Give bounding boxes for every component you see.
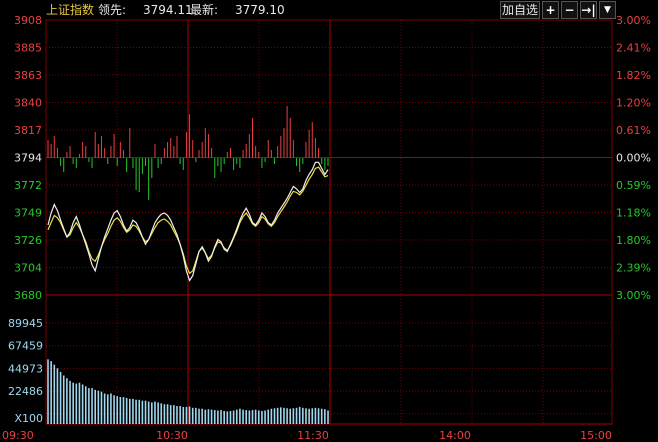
intraday-chart[interactable]: 3908 3885 3863 3840 3817 3794 3772 3749 3726 3704… — [0, 0, 658, 442]
volume-unit-label: X100 — [14, 412, 43, 425]
time-axis: 09:30 10:30 11:30 14:00 15:00 — [2, 429, 612, 442]
volume-tick-label: 44973 — [8, 362, 43, 375]
percent-tick-label: 2.41% — [616, 42, 651, 55]
percent-tick-label: 2.39% — [616, 262, 651, 275]
price-axis: 3908 3885 3863 3840 3817 3794 3772 3749 3726 3704… — [14, 14, 42, 302]
percent-tick-label: 3.00% — [616, 289, 651, 302]
chart-frame — [45, 19, 613, 425]
volume-tick-label: 67459 — [8, 340, 43, 353]
time-tick-label: 11:30 — [297, 429, 329, 442]
price-tick-label: 3726 — [14, 234, 42, 247]
percent-tick-label: 3.00% — [616, 14, 651, 27]
volume-axis: 89945 67459 44973 22486 X100 — [8, 317, 43, 425]
price-tick-label: 3863 — [14, 69, 42, 82]
percent-tick-label: 1.18% — [616, 207, 651, 220]
percent-tick-label: 0.61% — [616, 124, 651, 137]
price-tick-label: 3772 — [14, 179, 42, 192]
volume-tick-label: 89945 — [8, 317, 43, 330]
percent-tick-label: 0.59% — [616, 179, 651, 192]
price-tick-label: 3817 — [14, 124, 42, 137]
time-tick-label: 10:30 — [156, 429, 188, 442]
price-tick-label: 3908 — [14, 14, 42, 27]
percent-tick-label: 0.00% — [616, 152, 651, 165]
time-tick-label: 14:00 — [439, 429, 471, 442]
price-tick-label: 3840 — [14, 97, 42, 110]
price-tick-label: 3885 — [14, 42, 42, 55]
chart-grid — [45, 19, 613, 425]
price-tick-label: 3749 — [14, 207, 42, 220]
price-tick-label: 3704 — [14, 262, 42, 275]
volume-tick-label: 22486 — [8, 385, 43, 398]
quote-window: 上证指数 领先: 3794.11 最新: 3779.10 加自选 + − →| … — [0, 0, 658, 442]
percent-axis: 3.00% 2.41% 1.82% 1.20% 0.61% 0.00% 0.59% 1.18%… — [616, 14, 651, 302]
price-tick-label: 3794 — [14, 152, 42, 165]
time-tick-label: 09:30 — [2, 429, 34, 442]
price-tick-label: 3680 — [14, 289, 42, 302]
percent-tick-label: 1.20% — [616, 97, 651, 110]
percent-tick-label: 1.80% — [616, 234, 651, 247]
percent-tick-label: 1.82% — [616, 69, 651, 82]
time-tick-label: 15:00 — [580, 429, 612, 442]
